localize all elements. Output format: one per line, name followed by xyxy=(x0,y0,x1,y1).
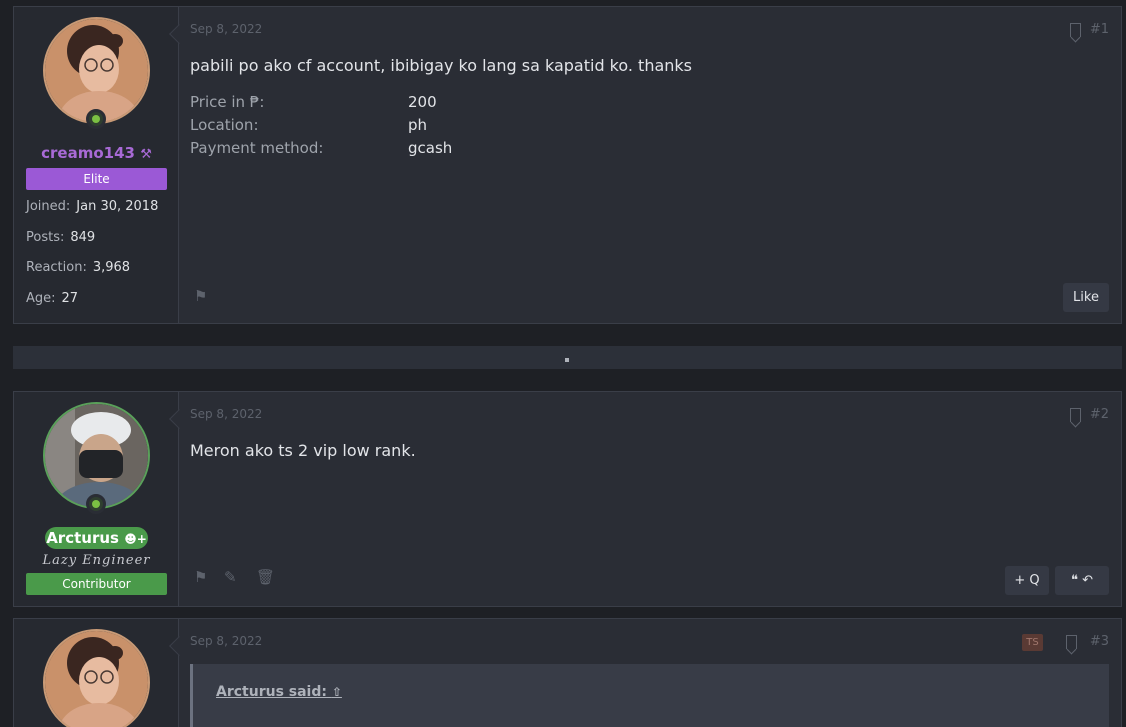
post-number[interactable]: #3 xyxy=(1090,634,1109,649)
post-number[interactable]: #2 xyxy=(1090,407,1109,422)
post-message: pabili po ako cf account, ibibigay ko la… xyxy=(190,56,693,75)
report-flag-icon[interactable]: ⚑ xyxy=(194,287,207,305)
edit-icon[interactable]: ✎ xyxy=(224,568,237,586)
field-label-location: Location: xyxy=(190,116,259,134)
posts-divider xyxy=(13,346,1122,369)
online-indicator-icon xyxy=(86,109,106,129)
avatar-image xyxy=(45,631,148,727)
stat-posts: Posts: 849 xyxy=(26,230,96,245)
post-body: Sep 8, 2022 #2 Meron ako ts 2 vip low ra… xyxy=(190,392,1121,606)
post-3: Sep 8, 2022 TS #3 Arcturus said: ⇧ xyxy=(13,618,1122,727)
reply-arrow-icon: ↶ xyxy=(1082,573,1094,588)
user-panel xyxy=(14,619,189,727)
stat-age: Age: 27 xyxy=(26,291,79,306)
reply-quote-button[interactable]: ❝ ↶ xyxy=(1055,566,1109,595)
field-value-price: 200 xyxy=(408,93,437,111)
field-value-location: ph xyxy=(408,116,428,134)
stat-joined: Joined: Jan 30, 2018 xyxy=(26,199,159,214)
multiquote-button[interactable]: + Q xyxy=(1005,566,1049,595)
premium-user-icon: ⚒ xyxy=(140,147,152,162)
field-value-payment: gcash xyxy=(408,139,453,157)
stat-reaction: Reaction: 3,968 xyxy=(26,260,131,275)
user-title: Lazy Engineer xyxy=(42,553,151,568)
user-banner: Contributor xyxy=(26,573,167,595)
post-body: Sep 8, 2022 #1 pabili po ako cf account,… xyxy=(190,7,1121,323)
username-badge[interactable]: Arcturus ☻+ xyxy=(45,527,148,549)
online-indicator-icon xyxy=(86,494,106,514)
jump-to-quote-icon[interactable]: ⇧ xyxy=(332,685,342,699)
post-2: Arcturus ☻+ Lazy Engineer Contributor Se… xyxy=(13,391,1122,607)
quote-icon: ❝ xyxy=(1070,573,1078,588)
bookmark-icon[interactable] xyxy=(1066,635,1077,649)
user-banner: Elite xyxy=(26,168,167,190)
quote-attribution[interactable]: Arcturus said: ⇧ xyxy=(216,684,342,700)
post-date[interactable]: Sep 8, 2022 xyxy=(190,407,262,421)
post-date[interactable]: Sep 8, 2022 xyxy=(190,22,262,36)
username[interactable]: creamo143 ⚒ xyxy=(14,144,179,162)
bookmark-icon[interactable] xyxy=(1070,23,1081,37)
post-message: Meron ako ts 2 vip low rank. xyxy=(190,441,416,460)
user-panel: creamo143 ⚒ Elite Joined: Jan 30, 2018 Po… xyxy=(14,7,189,323)
like-button[interactable]: Like xyxy=(1063,283,1109,312)
post-body: Sep 8, 2022 TS #3 Arcturus said: ⇧ xyxy=(190,619,1121,727)
user-panel: Arcturus ☻+ Lazy Engineer Contributor xyxy=(14,392,189,606)
avatar[interactable] xyxy=(43,17,150,124)
bookmark-icon[interactable] xyxy=(1070,408,1081,422)
quote-block: Arcturus said: ⇧ xyxy=(190,664,1109,727)
post-1: creamo143 ⚒ Elite Joined: Jan 30, 2018 Po… xyxy=(13,6,1122,324)
report-flag-icon[interactable]: ⚑ xyxy=(194,568,207,586)
post-date[interactable]: Sep 8, 2022 xyxy=(190,634,262,648)
add-user-icon: ☻+ xyxy=(124,532,147,546)
avatar[interactable] xyxy=(43,629,150,727)
thread-starter-badge: TS xyxy=(1022,634,1043,651)
field-label-payment: Payment method: xyxy=(190,139,324,157)
delete-trash-icon[interactable]: 🗑 xyxy=(256,568,275,586)
avatar[interactable] xyxy=(43,402,150,509)
post-number[interactable]: #1 xyxy=(1090,22,1109,37)
field-label-price: Price in ₱: xyxy=(190,93,265,111)
